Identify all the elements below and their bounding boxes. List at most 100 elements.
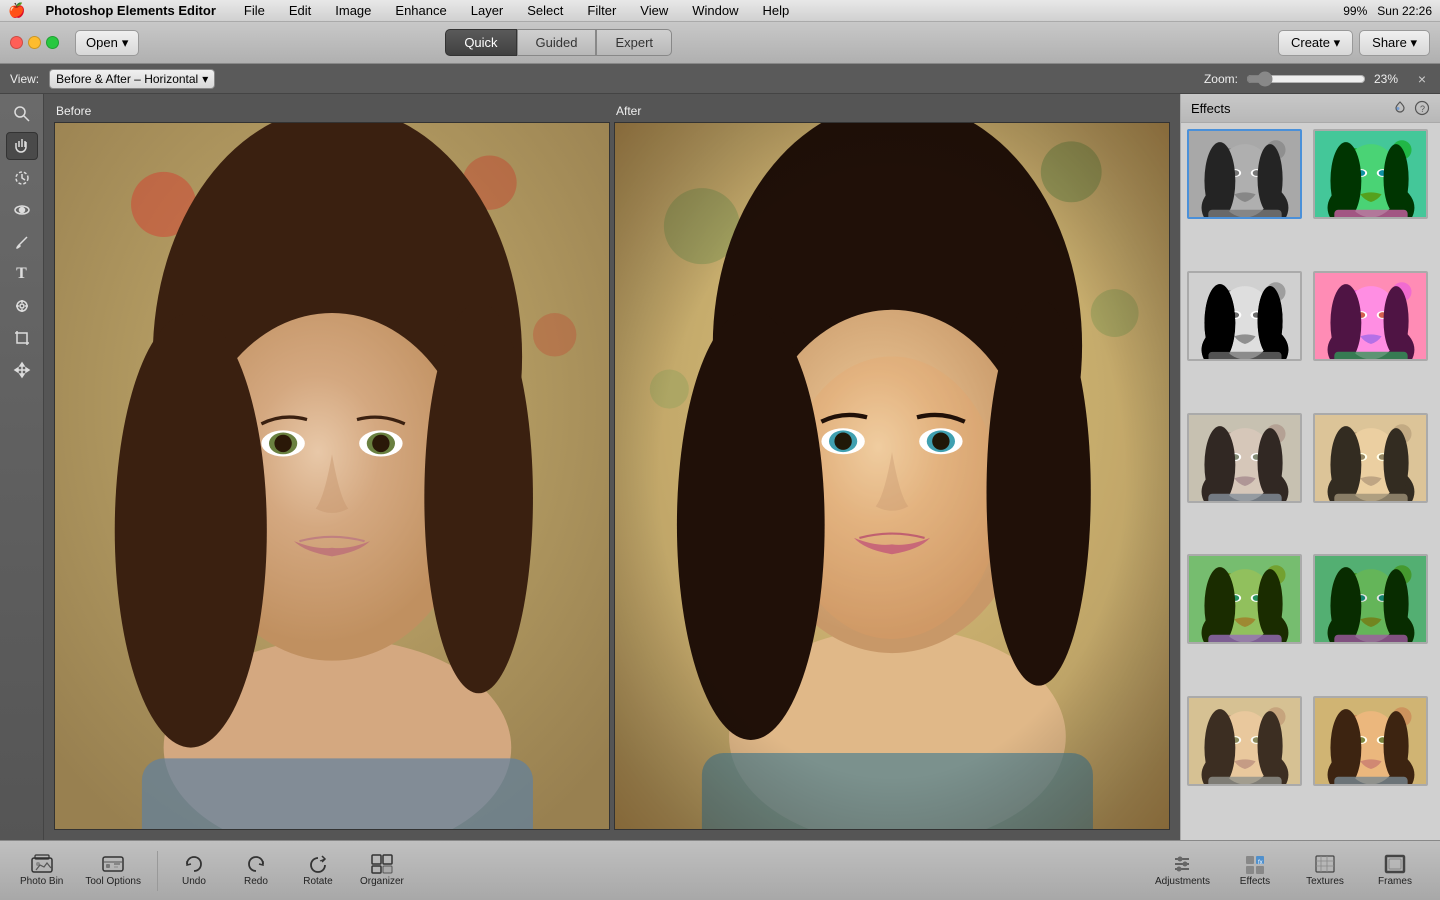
share-button[interactable]: Share ▾ xyxy=(1359,30,1430,56)
mode-tabs: Quick Guided Expert xyxy=(445,29,672,56)
menu-select[interactable]: Select xyxy=(523,3,567,18)
rotate-button[interactable]: Rotate xyxy=(288,850,348,891)
menu-edit[interactable]: Edit xyxy=(285,3,315,18)
battery-status: 99% xyxy=(1343,4,1367,18)
after-image-frame xyxy=(614,122,1170,830)
adjustments-label: Adjustments xyxy=(1155,876,1210,887)
menu-view[interactable]: View xyxy=(636,3,672,18)
clock: Sun 22:26 xyxy=(1377,4,1432,18)
open-button[interactable]: Open ▾ xyxy=(75,30,139,56)
bottom-divider1 xyxy=(157,851,158,891)
tool-quick-select[interactable] xyxy=(6,164,38,192)
effect-thumb-green-alt[interactable] xyxy=(1313,554,1428,644)
after-portrait-svg xyxy=(615,123,1169,829)
svg-text:?: ? xyxy=(1420,104,1425,114)
tab-guided[interactable]: Guided xyxy=(517,29,597,56)
minimize-window-button[interactable] xyxy=(28,36,41,49)
tool-spot-heal[interactable] xyxy=(6,292,38,320)
organizer-button[interactable]: Organizer xyxy=(350,850,414,891)
menu-enhance[interactable]: Enhance xyxy=(391,3,450,18)
redo-button[interactable]: Redo xyxy=(226,850,286,891)
photo-bin-button[interactable]: Photo Bin xyxy=(10,850,73,891)
undo-label: Undo xyxy=(182,876,206,887)
undo-icon xyxy=(183,854,205,874)
zoom-slider[interactable] xyxy=(1246,71,1366,87)
tool-options-button[interactable]: Tool Options xyxy=(75,850,151,891)
before-portrait-svg xyxy=(55,123,609,829)
after-label: After xyxy=(614,104,1170,118)
menu-help[interactable]: Help xyxy=(759,3,794,18)
main-area: T Before xyxy=(0,94,1440,840)
tab-expert[interactable]: Expert xyxy=(596,29,672,56)
redo-icon xyxy=(245,854,267,874)
menu-layer[interactable]: Layer xyxy=(467,3,508,18)
tool-zoom[interactable] xyxy=(6,100,38,128)
textures-tab[interactable]: Textures xyxy=(1290,850,1360,891)
before-label: Before xyxy=(54,104,610,118)
organizer-label: Organizer xyxy=(360,876,404,887)
photo-bin-label: Photo Bin xyxy=(20,876,63,887)
before-panel: Before xyxy=(54,104,610,830)
menu-bar: 🍎 Photoshop Elements Editor File Edit Im… xyxy=(0,0,1440,22)
app-name: Photoshop Elements Editor xyxy=(45,3,215,18)
menu-filter[interactable]: Filter xyxy=(583,3,620,18)
before-image-frame xyxy=(54,122,610,830)
tool-options-icon xyxy=(102,854,124,874)
rotate-label: Rotate xyxy=(303,876,332,887)
apple-menu[interactable]: 🍎 xyxy=(8,2,25,19)
create-share-area: Create ▾ Share ▾ xyxy=(1278,30,1430,56)
bottom-bar: Photo Bin Tool Options Undo Redo xyxy=(0,840,1440,900)
effect-thumb-sepia[interactable] xyxy=(1313,413,1428,503)
textures-icon xyxy=(1314,854,1336,874)
effects-header-icon1[interactable] xyxy=(1392,100,1408,116)
zoom-label: Zoom: xyxy=(1204,72,1238,86)
frames-tab[interactable]: Frames xyxy=(1360,850,1430,891)
tool-move[interactable] xyxy=(6,356,38,384)
tool-hand[interactable] xyxy=(6,132,38,160)
effects-tab-icon: fx xyxy=(1244,854,1266,874)
effect-thumb-sketch[interactable] xyxy=(1187,271,1302,361)
undo-button[interactable]: Undo xyxy=(164,850,224,891)
organizer-icon xyxy=(371,854,393,874)
svg-text:fx: fx xyxy=(1258,860,1263,866)
zoom-percent: 23% xyxy=(1374,72,1398,86)
tool-brush[interactable] xyxy=(6,228,38,256)
close-view-button[interactable]: × xyxy=(1414,71,1430,87)
close-window-button[interactable] xyxy=(10,36,23,49)
effects-tab[interactable]: fx Effects xyxy=(1220,850,1290,891)
effect-thumb-green-tint[interactable] xyxy=(1187,554,1302,644)
after-image xyxy=(615,123,1169,829)
photo-bin-icon xyxy=(31,854,53,874)
right-panel: Effects ? xyxy=(1180,94,1440,840)
effect-thumb-colorize[interactable] xyxy=(1313,129,1428,219)
window-controls xyxy=(10,36,59,49)
effect-thumb-grayscale[interactable] xyxy=(1187,129,1302,219)
effects-help-icon[interactable]: ? xyxy=(1414,100,1430,116)
adjustments-icon xyxy=(1171,854,1193,874)
adjustments-tab[interactable]: Adjustments xyxy=(1145,850,1220,891)
view-bar: View: Before & After – Horizontal ▾ Zoom… xyxy=(0,64,1440,94)
after-panel: After xyxy=(614,104,1170,830)
effects-tab-label: Effects xyxy=(1240,876,1270,887)
tool-red-eye[interactable] xyxy=(6,196,38,224)
menu-file[interactable]: File xyxy=(240,3,269,18)
menu-window[interactable]: Window xyxy=(688,3,742,18)
effect-thumb-soft-gray[interactable] xyxy=(1187,413,1302,503)
canvas-area: Before xyxy=(44,94,1180,840)
frames-label: Frames xyxy=(1378,876,1412,887)
tab-quick[interactable]: Quick xyxy=(445,29,516,56)
rotate-icon xyxy=(307,854,329,874)
main-toolbar: Open ▾ Quick Guided Expert Create ▾ Shar… xyxy=(0,22,1440,64)
create-button[interactable]: Create ▾ xyxy=(1278,30,1353,56)
effect-thumb-warm-tint[interactable] xyxy=(1313,696,1428,786)
menu-image[interactable]: Image xyxy=(331,3,375,18)
fullscreen-window-button[interactable] xyxy=(46,36,59,49)
frames-icon xyxy=(1384,854,1406,874)
effect-thumb-purple[interactable] xyxy=(1313,271,1428,361)
view-select-dropdown[interactable]: Before & After – Horizontal ▾ xyxy=(49,69,215,89)
tool-crop[interactable] xyxy=(6,324,38,352)
effects-grid xyxy=(1181,123,1440,840)
before-image xyxy=(55,123,609,829)
tool-text[interactable]: T xyxy=(6,260,38,288)
effect-thumb-vintage[interactable] xyxy=(1187,696,1302,786)
